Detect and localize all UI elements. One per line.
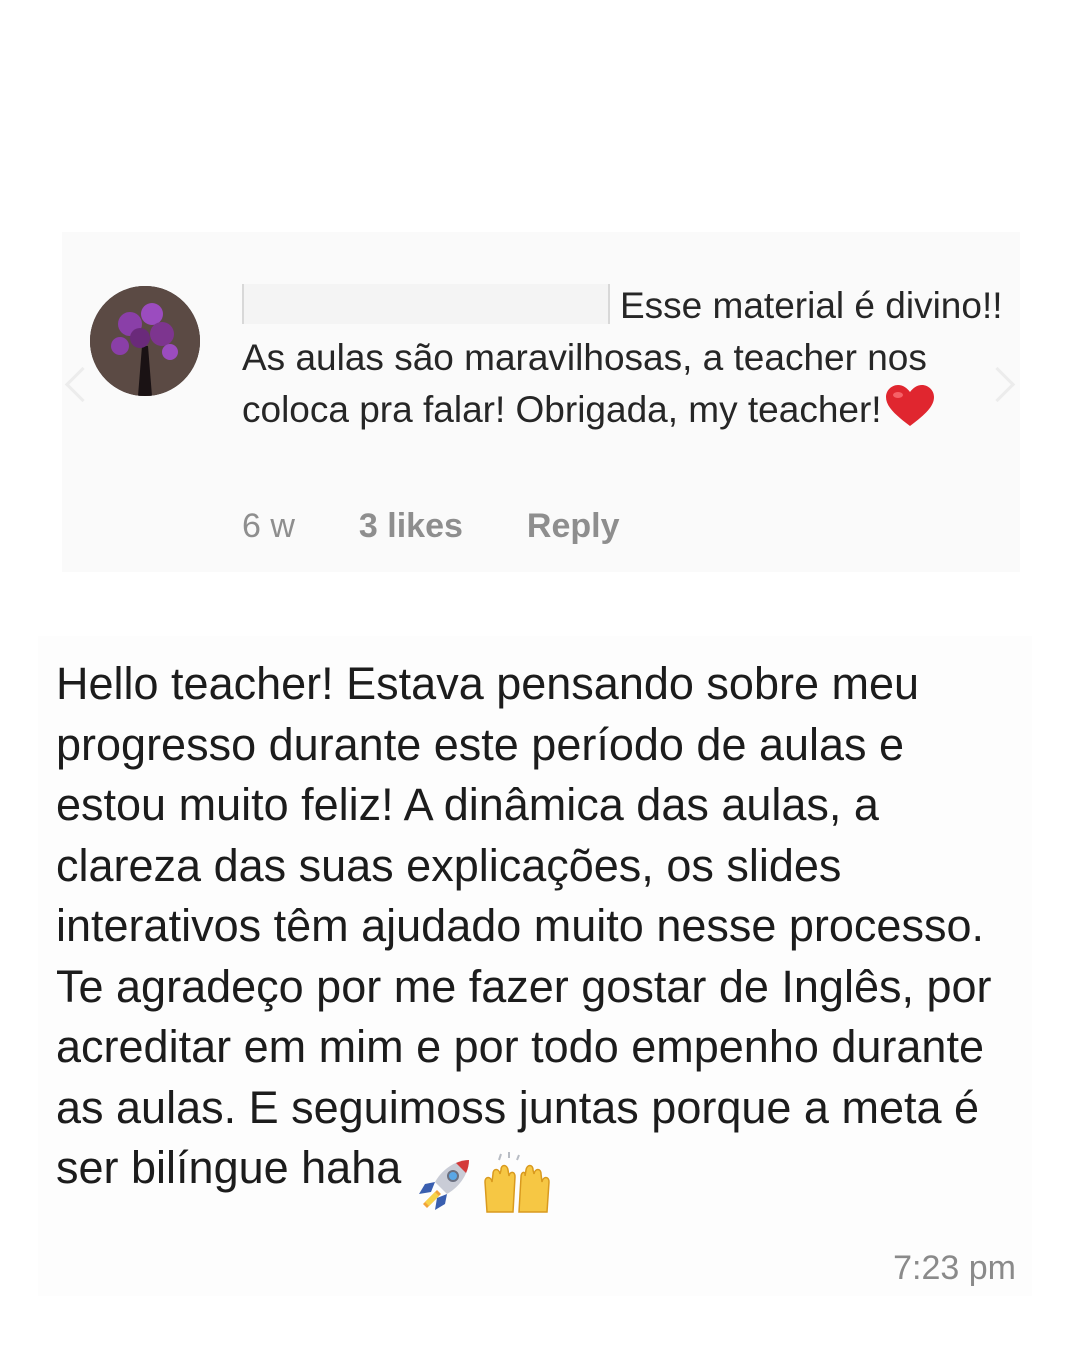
message-body: Hello teacher! Estava pensando sobre meu… [56,654,1016,1218]
comment-meta: 6 w 3 likes Reply [242,507,620,546]
reply-button[interactable]: Reply [527,507,620,546]
chevron-left-icon[interactable] [64,366,101,403]
comment-time: 6 w [242,507,295,545]
emoji-group [413,1152,555,1218]
comment-body: Esse material é divino!! As aulas são ma… [242,280,1012,442]
message-time: 7:23 pm [893,1249,1016,1287]
comment-card: Esse material é divino!! As aulas são ma… [62,232,1020,572]
avatar[interactable] [90,286,200,396]
rocket-icon [419,1160,470,1211]
red-heart-icon [884,384,936,442]
raising-hands-icon [484,1152,551,1213]
comment-likes[interactable]: 3 likes [359,507,463,546]
message-text: Hello teacher! Estava pensando sobre meu… [56,658,992,1193]
message-bubble: Hello teacher! Estava pensando sobre meu… [38,636,1032,1296]
redacted-username[interactable] [242,284,610,324]
